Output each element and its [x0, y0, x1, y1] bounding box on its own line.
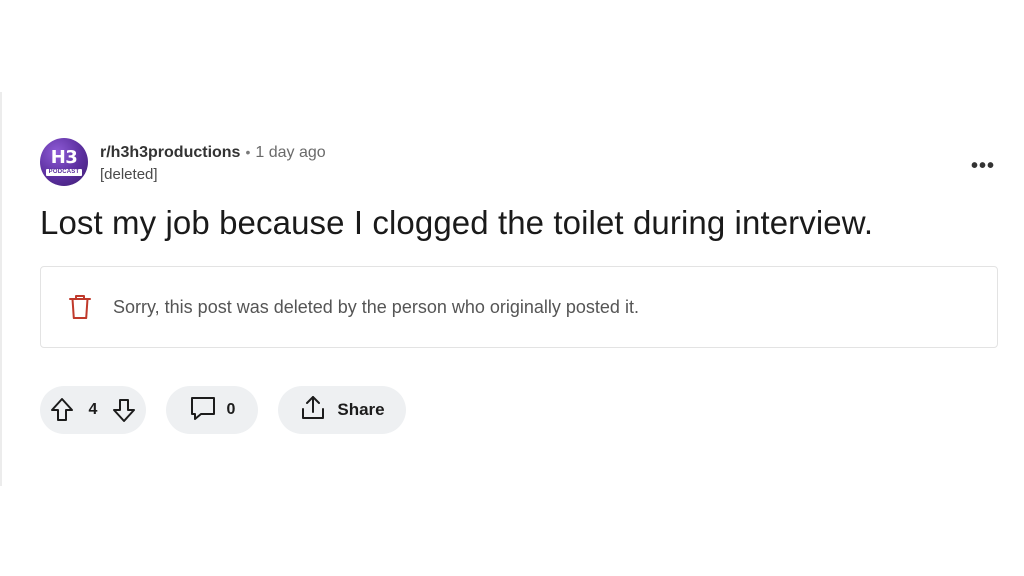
post-card: H3 PODCAST r/h3h3productions • 1 day ago [… — [40, 136, 998, 434]
arrow-up-icon[interactable] — [50, 397, 74, 423]
post-actions: 4 0 Share — [40, 386, 998, 434]
post-meta: H3 PODCAST r/h3h3productions • 1 day ago [… — [40, 136, 998, 192]
arrow-down-icon[interactable] — [112, 397, 136, 423]
subreddit-avatar[interactable]: H3 PODCAST — [40, 138, 88, 186]
page: H3 PODCAST r/h3h3productions • 1 day ago [… — [0, 0, 1024, 576]
comments-button[interactable]: 0 — [166, 386, 258, 434]
post-timestamp: 1 day ago — [255, 144, 326, 161]
deleted-notice-box: Sorry, this post was deleted by the pers… — [40, 266, 998, 348]
subreddit-link[interactable]: r/h3h3productions — [100, 144, 240, 161]
share-button[interactable]: Share — [278, 386, 406, 434]
trash-icon — [67, 292, 93, 322]
meta-separator: • — [245, 144, 251, 160]
post-title[interactable]: Lost my job because I clogged the toilet… — [40, 202, 998, 244]
left-divider — [0, 92, 2, 486]
avatar-logo-subtext: PODCAST — [45, 168, 83, 176]
comment-bubble-icon — [189, 395, 217, 426]
share-icon — [299, 394, 327, 427]
avatar-logo-text: H3 — [50, 146, 78, 168]
meta-line: r/h3h3productions • 1 day ago — [100, 142, 326, 163]
comment-count: 0 — [226, 401, 236, 418]
vote-control: 4 — [40, 386, 146, 434]
vote-count: 4 — [88, 401, 98, 418]
meta-text: r/h3h3productions • 1 day ago [deleted] — [100, 142, 326, 185]
deleted-notice-text: Sorry, this post was deleted by the pers… — [113, 296, 639, 317]
share-label: Share — [337, 400, 385, 419]
post-author: [deleted] — [100, 166, 158, 183]
more-options-button[interactable]: ••• — [968, 154, 998, 178]
